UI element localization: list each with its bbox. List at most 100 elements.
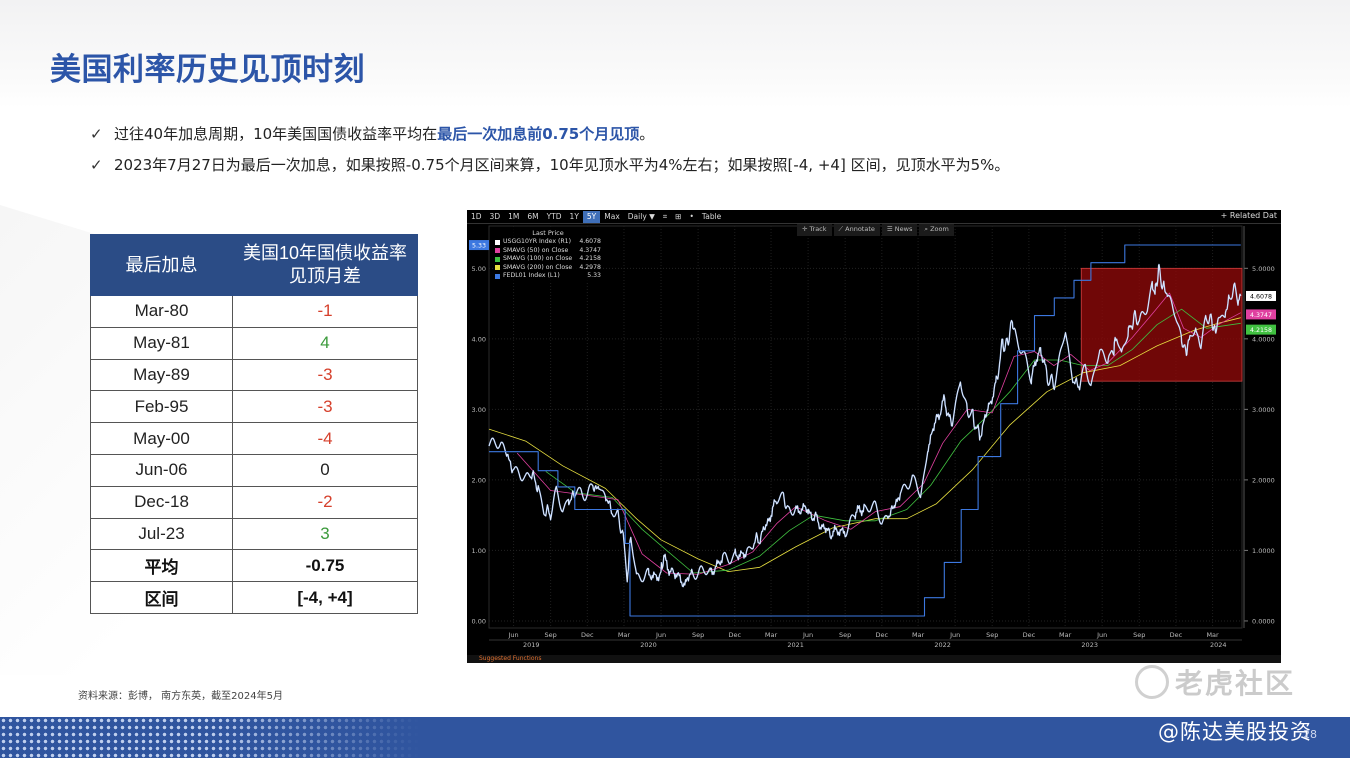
related-data-button[interactable]: + Related Dat (1221, 211, 1277, 220)
chart-tool[interactable]: ⌕ Zoom (919, 224, 954, 236)
legend-value: 4.3747 (579, 246, 601, 254)
col-header-peak-diff: 美国10年国债收益率 见顶月差 (232, 234, 418, 296)
bullet-2: ✓ 2023年7月27日为最后一次加息，如果按照-0.75个月区间来算，10年见顶… (90, 154, 1009, 175)
col-header-last-hike: 最后加息 (90, 234, 233, 296)
x-month-tick: Mar (765, 631, 778, 639)
right-axis-marker-label: 4.2158 (1250, 327, 1272, 334)
x-month-tick: Dec (581, 631, 594, 639)
legend-name: FEDL01 Index (L1) (503, 272, 560, 279)
toolbar-item[interactable]: 5Y (582, 210, 601, 223)
toolbar-item[interactable]: Daily ▼ (624, 211, 659, 223)
bullet-2-text: 2023年7月27日为最后一次加息，如果按照-0.75个月区间来算，10年见顶水… (114, 156, 1010, 174)
bullet-1: ✓ 过往40年加息周期，10年美国国债收益率平均在最后一次加息前0.75个月见顶。 (90, 123, 654, 144)
check-icon: ✓ (90, 156, 103, 174)
cell-last-hike: Dec-18 (90, 485, 233, 519)
x-year-tick: 2020 (640, 641, 657, 649)
cell-peak-diff: 3 (232, 517, 418, 551)
x-month-tick: Jun (507, 631, 518, 639)
x-year-tick: 2019 (523, 641, 540, 649)
cell-last-hike: Jul-23 (90, 517, 233, 551)
chart-tool[interactable]: ☰ News (881, 224, 918, 236)
x-year-tick: 2022 (934, 641, 951, 649)
brand-watermark-text: 老虎社区 (1175, 667, 1296, 700)
page-title: 美国利率历史见顶时刻 (50, 52, 365, 88)
cell-last-hike: May-89 (90, 358, 233, 392)
page-number: 28 (1303, 728, 1317, 741)
cell-summary-value: -0.75 (232, 549, 418, 583)
table-row: Jun-06 0 (90, 453, 418, 487)
legend-value: 4.6078 (579, 238, 601, 245)
cell-peak-diff: -1 (232, 295, 418, 328)
chart-toolbar: 1D 3D 1M 6M YTD 1Y 5Y Max Daily ▼ ⌗ ⊞ • Table (467, 210, 1281, 224)
left-y-tick: 0.00 (472, 617, 486, 625)
chart-tool[interactable]: ✛ Track (797, 224, 832, 236)
legend-row: SMAVG (50) on Close 4.3747 (493, 247, 603, 256)
right-y-tick: 2.0000 (1252, 476, 1275, 484)
chart-legend: Last Price USGG10YR Index (R1) 4.6078 SMAV… (493, 228, 603, 281)
cell-last-hike: Feb-95 (90, 390, 233, 424)
table-header-row: 最后加息 美国10年国债收益率 见顶月差 (90, 234, 418, 296)
legend-rows: USGG10YR Index (R1) 4.6078 SMAVG (50) on C… (493, 238, 603, 281)
table-row: Mar-80 -1 (90, 295, 418, 328)
handle-watermark: @陈达美股投资 (1158, 720, 1312, 744)
x-month-tick: Dec (1170, 631, 1183, 639)
toolbar-item[interactable]: 3D (486, 211, 505, 223)
cell-peak-diff: 0 (232, 453, 418, 487)
toolbar-item[interactable]: 6M (523, 211, 542, 223)
cell-summary-label: 平均 (90, 549, 233, 583)
cell-peak-diff: -2 (232, 485, 418, 519)
table-row: May-89 -3 (90, 358, 418, 392)
legend-name: USGG10YR Index (R1) (503, 238, 572, 245)
cell-last-hike: May-00 (90, 422, 233, 455)
bullet-1-text: 过往40年加息周期，10年美国国债收益率平均在 (114, 125, 438, 143)
legend-name: SMAVG (50) on Close (503, 246, 569, 254)
toolbar-item[interactable]: ⌗ (659, 211, 671, 223)
cell-last-hike: Mar-80 (90, 295, 233, 328)
legend-swatch (495, 239, 500, 245)
toolbar-item[interactable]: Table (698, 211, 725, 223)
table-row: May-00 -4 (90, 422, 418, 455)
x-month-tick: Jun (949, 631, 960, 639)
chart-tool[interactable]: ⟋ Annotate (833, 224, 880, 236)
cell-summary-label: 区间 (90, 581, 233, 614)
x-month-tick: Dec (728, 631, 741, 639)
x-month-tick: Mar (618, 631, 631, 639)
cell-last-hike: Jun-06 (90, 453, 233, 487)
toolbar-item[interactable]: 1D (467, 211, 486, 223)
x-month-tick: Sep (839, 631, 851, 639)
toolbar-item[interactable]: ⊞ (671, 211, 685, 223)
right-y-tick: 0.0000 (1252, 617, 1275, 625)
tiger-logo-icon (1135, 665, 1169, 699)
bullet-1-highlight: 最后一次加息前0.75个月见顶 (437, 125, 640, 143)
col-header-peak-diff-text: 美国10年国债收益率 见顶月差 (242, 243, 408, 286)
chart-tools: ✛ Track ⟋ Annotate ☰ News ⌕ Zoom (797, 224, 954, 236)
left-y-tick: 4.00 (472, 335, 486, 343)
x-month-tick: Jun (802, 631, 813, 639)
check-icon: ✓ (90, 125, 103, 143)
toolbar-item[interactable]: 1Y (566, 211, 583, 223)
legend-value: 4.2158 (579, 255, 601, 262)
legend-value: 5.33 (587, 272, 601, 279)
table-row: Feb-95 -3 (90, 390, 418, 424)
toolbar-item[interactable]: YTD (543, 211, 566, 223)
legend-swatch (495, 273, 500, 279)
x-month-tick: Sep (545, 631, 557, 639)
legend-row: USGG10YR Index (R1) 4.6078 (493, 238, 603, 247)
toolbar-item[interactable]: • (685, 211, 697, 223)
bullet-1-end: 。 (639, 125, 655, 143)
cell-peak-diff: 4 (232, 326, 418, 360)
legend-swatch (495, 256, 500, 262)
legend-swatch (495, 265, 500, 271)
x-year-tick: 2023 (1081, 641, 1098, 649)
x-month-tick: Sep (1133, 631, 1145, 639)
legend-row: SMAVG (100) on Close 4.2158 (493, 255, 603, 264)
legend-row: SMAVG (200) on Close 4.2978 (493, 264, 603, 273)
x-month-tick: Jun (655, 631, 666, 639)
toolbar-item[interactable]: 1M (504, 211, 523, 223)
cell-summary-value: [-4, +4] (232, 581, 418, 614)
x-month-tick: Mar (1059, 631, 1072, 639)
table-body: Mar-80 -1 May-81 4 May-89 -3 Feb-95 -3 May-00 -4 J… (90, 295, 418, 614)
left-y-tick: 1.00 (472, 547, 486, 555)
x-month-tick: Dec (1023, 631, 1036, 639)
toolbar-item[interactable]: Max (600, 211, 624, 223)
